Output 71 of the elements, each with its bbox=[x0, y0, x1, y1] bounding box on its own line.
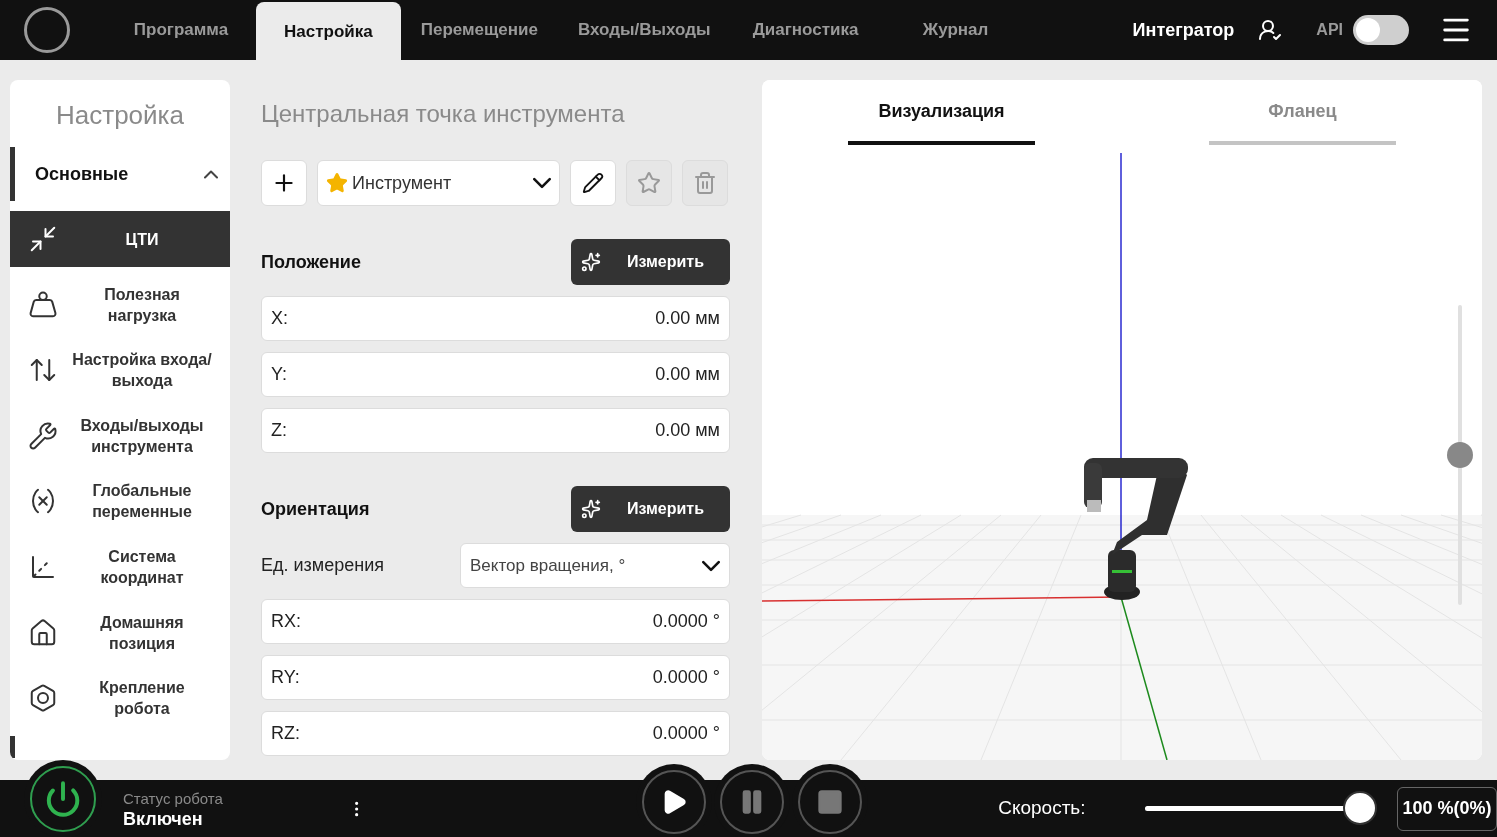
field-value: 0.00 мм bbox=[655, 419, 720, 442]
sidebar-item[interactable]: Настройка входа/ выхода bbox=[10, 342, 230, 399]
section-title: Ориентация bbox=[261, 497, 370, 521]
nav-tab[interactable]: Программа bbox=[106, 0, 256, 60]
item-icon bbox=[28, 683, 58, 714]
field-label: Z: bbox=[271, 419, 287, 442]
star-icon bbox=[326, 172, 348, 194]
unit-label: Ед. измерения bbox=[261, 554, 384, 577]
item-icon bbox=[28, 224, 58, 254]
value-field[interactable]: Y: 0.00 мм bbox=[261, 352, 730, 397]
section-title: Положение bbox=[261, 250, 361, 274]
add-button[interactable] bbox=[261, 160, 307, 206]
sidebar-item[interactable]: Полезная нагрузка bbox=[10, 276, 230, 333]
trash-icon bbox=[693, 171, 717, 195]
speed-label: Скорость: bbox=[998, 796, 1086, 821]
field-label: Y: bbox=[271, 363, 287, 386]
sparkles-icon bbox=[581, 252, 601, 272]
chevron-down-icon bbox=[533, 177, 551, 189]
value-field[interactable]: Z: 0.00 мм bbox=[261, 408, 730, 453]
sparkles-icon bbox=[581, 499, 601, 519]
panel-title: Центральная точка инструмента bbox=[261, 99, 626, 129]
value-field[interactable]: RX: 0.0000 ° bbox=[261, 599, 730, 644]
nav-tab[interactable]: Входы/Выходы bbox=[558, 0, 731, 60]
chevron-up-icon bbox=[204, 169, 218, 179]
nav-tab[interactable]: Перемещение bbox=[400, 0, 558, 60]
field-label: RY: bbox=[271, 666, 300, 689]
sidebar-item[interactable]: Система координат bbox=[10, 538, 230, 595]
value-field[interactable]: RY: 0.0000 ° bbox=[261, 655, 730, 700]
field-value: 0.00 мм bbox=[655, 307, 720, 330]
value-field[interactable]: X: 0.00 мм bbox=[261, 296, 730, 341]
field-label: RX: bbox=[271, 610, 301, 633]
value-field[interactable]: RZ: 0.0000 ° bbox=[261, 711, 730, 756]
field-value: 0.0000 ° bbox=[652, 610, 720, 633]
tool-dropdown[interactable]: Инструмент bbox=[317, 160, 560, 206]
user-icon[interactable] bbox=[1258, 18, 1283, 42]
measure-button[interactable]: Измерить bbox=[571, 486, 730, 532]
speed-value: 100 %(0%) bbox=[1396, 786, 1497, 831]
slider-thumb[interactable] bbox=[1342, 791, 1377, 825]
field-label: X: bbox=[271, 307, 288, 330]
status-value: Включен bbox=[123, 808, 204, 830]
nav-tab[interactable]: Диагностика bbox=[730, 0, 881, 60]
api-toggle[interactable] bbox=[1353, 15, 1409, 45]
field-value: 0.0000 ° bbox=[652, 722, 720, 745]
sidebar-item[interactable]: Домашняя позиция bbox=[10, 604, 230, 661]
sidebar-title: Настройка bbox=[55, 99, 185, 132]
api-label: API bbox=[1316, 20, 1343, 40]
power-icon bbox=[44, 780, 82, 818]
sidebar-item[interactable]: Глобальные переменные bbox=[10, 473, 230, 530]
field-label: RZ: bbox=[271, 722, 300, 745]
stop-icon bbox=[816, 788, 844, 816]
star-icon bbox=[637, 171, 661, 195]
field-value: 0.0000 ° bbox=[652, 666, 720, 689]
sidebar-item[interactable]: Крепление робота bbox=[10, 670, 230, 727]
sidebar-item[interactable]: ЦТИ bbox=[10, 211, 230, 267]
chevron-down-icon bbox=[702, 559, 720, 572]
status-label: Статус робота bbox=[123, 788, 223, 809]
user-name: Интегратор bbox=[1132, 18, 1235, 42]
edit-button[interactable] bbox=[570, 160, 616, 206]
pencil-icon bbox=[582, 172, 604, 194]
group-indicator bbox=[10, 735, 15, 758]
unit-dropdown[interactable]: Вектор вращения, ° bbox=[460, 543, 730, 588]
item-icon bbox=[28, 420, 58, 451]
item-icon bbox=[28, 617, 58, 648]
nav-tab[interactable]: Журнал bbox=[880, 0, 1031, 60]
field-value: 0.00 мм bbox=[655, 363, 720, 386]
measure-button[interactable]: Измерить bbox=[571, 239, 730, 285]
item-icon bbox=[28, 289, 58, 320]
sidebar-item[interactable]: Входы/выходы инструмента bbox=[10, 407, 230, 464]
nav-tab[interactable]: Настройка bbox=[256, 2, 401, 62]
group-header[interactable]: Основные bbox=[10, 147, 230, 201]
logo-icon bbox=[24, 7, 70, 53]
